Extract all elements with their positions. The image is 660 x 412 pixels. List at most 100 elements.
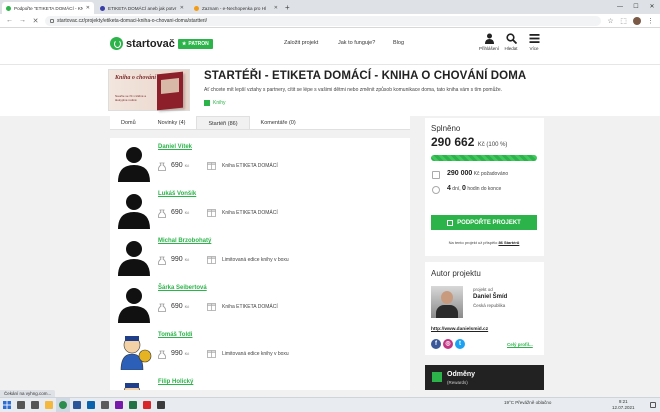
- backer-amount: 990 Kč: [171, 256, 189, 263]
- taskbar-onenote-icon[interactable]: [112, 398, 126, 412]
- backer-avatar[interactable]: [116, 238, 152, 276]
- forward-arrow-icon[interactable]: →: [19, 17, 26, 24]
- backers-list: Daniel Vítek690 KčKniha ETIKETA DOMÁCÍLu…: [110, 138, 410, 390]
- amount-value: 990: [171, 256, 183, 263]
- taskbar-task-view-icon[interactable]: [28, 398, 42, 412]
- author-photo[interactable]: [431, 286, 463, 318]
- url-field[interactable]: startovac.cz/projekty/etiketa-domaci-kni…: [45, 16, 601, 26]
- taskbar-media-icon[interactable]: [154, 398, 168, 412]
- taskbar-acrobat-icon[interactable]: [140, 398, 154, 412]
- backer-row: Šárka Seibertová690 KčKniha ETIKETA DOMÁ…: [110, 279, 410, 326]
- login-button[interactable]: Přihlášení: [478, 33, 500, 51]
- rewards-panel[interactable]: Odměny (Rewards): [425, 365, 544, 390]
- lock-icon[interactable]: [50, 19, 54, 23]
- nav-jak-to-funguje[interactable]: Jak to funguje?: [338, 40, 375, 46]
- backer-avatar[interactable]: [116, 379, 152, 390]
- taskbar-excel-icon[interactable]: [126, 398, 140, 412]
- menu-button[interactable]: Více: [523, 33, 545, 51]
- tab-domu[interactable]: Domů: [110, 116, 147, 129]
- instagram-icon[interactable]: ◎: [443, 339, 453, 349]
- taskbar-outlook-icon[interactable]: [84, 398, 98, 412]
- money-bag-icon: [158, 303, 166, 312]
- tab-title: Zaznam - e-Nechopenka pro Hl: [202, 6, 271, 11]
- tab-starteri[interactable]: Startéři (86): [196, 116, 249, 129]
- browser-tab-0[interactable]: Podpořte "ETIKETA DOMÁCÍ - KN ✕: [2, 2, 94, 14]
- address-bar: ← → ✕ startovac.cz/projekty/etiketa-doma…: [0, 14, 660, 28]
- chrome-icon: [59, 401, 67, 409]
- tab-close-icon[interactable]: ✕: [86, 5, 90, 11]
- amount-value: 690: [171, 209, 183, 216]
- amount-currency: Kč: [185, 304, 190, 309]
- taskbar-search-icon[interactable]: [14, 398, 28, 412]
- backer-name-link[interactable]: Tomáš Toldi: [158, 332, 192, 338]
- author-name[interactable]: Daniel Šmíd: [473, 294, 507, 300]
- browser-menu-icon[interactable]: ⋮: [647, 17, 654, 25]
- search-icon: [506, 33, 517, 44]
- weather-widget[interactable]: 19°C Převážně oblačno: [504, 400, 551, 405]
- project-image[interactable]: Kniha o chování doma. Naučte se žít v kl…: [108, 69, 190, 111]
- full-profile-link[interactable]: Celý profil...: [507, 342, 533, 347]
- browser-tab-2[interactable]: Zaznam - e-Nechopenka pro Hl ✕: [190, 2, 282, 14]
- maximize-button[interactable]: ☐: [628, 0, 644, 14]
- author-website-link[interactable]: http://www.danielsmid.cz: [431, 327, 488, 332]
- backer-name-link[interactable]: Lukáš Vonšík: [158, 191, 196, 197]
- login-label: Přihlášení: [479, 46, 499, 51]
- browser-status-bar: Čekání na vyhng.com...: [0, 390, 55, 397]
- rewards-title: Odměny: [447, 371, 475, 378]
- tab-close-icon[interactable]: ✕: [274, 5, 278, 11]
- bookmark-star-icon[interactable]: ☆: [607, 17, 614, 25]
- backer-avatar[interactable]: [116, 285, 152, 323]
- taskbar-photos-icon[interactable]: [98, 398, 112, 412]
- close-icon[interactable]: ✕: [32, 17, 39, 25]
- backer-name-link[interactable]: Daniel Vítek: [158, 144, 192, 150]
- profile-avatar[interactable]: [633, 17, 641, 25]
- backer-name-link[interactable]: Šárka Seibertová: [158, 285, 207, 291]
- tab-komentare[interactable]: Komentáře (0): [250, 116, 307, 129]
- minimize-button[interactable]: —: [612, 0, 628, 14]
- facebook-icon[interactable]: f: [431, 339, 441, 349]
- extensions-icon[interactable]: ⬚: [620, 17, 627, 25]
- media-icon: [157, 401, 165, 409]
- project-category[interactable]: Knihy: [204, 100, 226, 106]
- author-heading: Autor projektu: [431, 269, 481, 278]
- goal-stat: 290 000 Kč požadováno: [447, 170, 508, 177]
- backer-amount: 990 Kč: [171, 350, 189, 357]
- category-label: Knihy: [213, 100, 226, 106]
- notification-icon[interactable]: [650, 402, 656, 408]
- backer-name-link[interactable]: Filip Holický: [158, 379, 193, 385]
- backer-avatar[interactable]: [116, 191, 152, 229]
- backer-avatar[interactable]: [116, 144, 152, 182]
- search-button[interactable]: Hledat: [500, 33, 522, 51]
- browser-tab-1[interactable]: ETIKETA DOMÁCÍ aneb jak potvr ✕: [96, 2, 188, 14]
- support-project-button[interactable]: PODPOŘTE PROJEKT: [431, 215, 537, 230]
- new-tab-button[interactable]: +: [285, 2, 290, 14]
- taskbar-chrome-icon[interactable]: [56, 398, 70, 412]
- nav-blog[interactable]: Blog: [393, 40, 404, 46]
- site-logo[interactable]: startovač ★ PATRON: [110, 37, 213, 50]
- page-title: STARTÉŘI - ETIKETA DOMÁCÍ - KNIHA O CHOV…: [204, 70, 526, 82]
- logo-icon: [110, 37, 123, 50]
- goal-unit: Kč: [474, 171, 480, 177]
- tab-favicon-icon: [6, 6, 11, 11]
- twitter-icon[interactable]: t: [455, 339, 465, 349]
- tab-close-icon[interactable]: ✕: [180, 5, 184, 11]
- search-label: Hledat: [504, 46, 517, 51]
- hours-value: 0: [462, 185, 466, 192]
- back-arrow-icon[interactable]: ←: [6, 17, 13, 24]
- backers-count-link[interactable]: 86 Startérů: [498, 240, 519, 245]
- tab-novinky[interactable]: Novinky (4): [147, 116, 197, 129]
- taskbar-clock[interactable]: 9:21 12.07.2021: [612, 399, 635, 411]
- taskbar-explorer-icon[interactable]: [42, 398, 56, 412]
- author-socials: f ◎ t: [431, 339, 465, 349]
- nav-zalozit-projekt[interactable]: Založit projekt: [284, 40, 318, 46]
- gift-icon: [207, 302, 216, 311]
- project-tabs: Domů Novinky (4) Startéři (86) Komentáře…: [110, 116, 410, 130]
- taskbar-word-icon[interactable]: [70, 398, 84, 412]
- patron-label: PATRON: [188, 41, 208, 47]
- browser-tab-bar: Podpořte "ETIKETA DOMÁCÍ - KN ✕ ETIKETA …: [0, 0, 660, 14]
- start-button[interactable]: [0, 398, 14, 412]
- backer-name-link[interactable]: Michal Brzobohatý: [158, 238, 211, 244]
- close-window-button[interactable]: ✕: [644, 0, 660, 14]
- patron-badge[interactable]: ★ PATRON: [178, 39, 213, 49]
- backer-avatar[interactable]: [116, 332, 152, 370]
